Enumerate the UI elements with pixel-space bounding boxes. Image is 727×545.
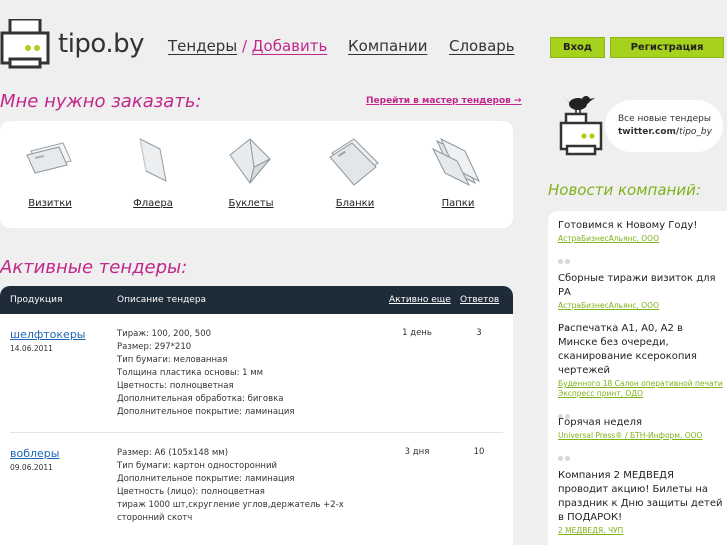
list-item: Распечатка А1, А0, А2 в Минске без очере… <box>558 322 723 419</box>
list-item: Готовимся к Новому Году! АстраБизнесАлья… <box>558 219 723 264</box>
login-button[interactable]: Вход <box>550 37 605 58</box>
tender-master-link[interactable]: Перейти в мастер тендеров → <box>366 96 522 106</box>
nav-companies-link[interactable]: Компании <box>348 37 427 55</box>
list-item: Горячая неделя Universal Press® / БТН-Ин… <box>558 416 723 461</box>
news-source-link[interactable]: АстраБизнесАльянс, ООО <box>558 301 723 311</box>
register-button[interactable]: Регистрация <box>610 37 724 58</box>
category-label[interactable]: Флаера <box>108 198 198 209</box>
news-title[interactable]: Компания 2 МЕДВЕДЯ проводит акцию! Билет… <box>558 469 723 525</box>
order-categories: Визитки Флаера Буклеты Бланки Папки <box>0 121 513 228</box>
tender-answers-count: 3 <box>476 328 482 338</box>
company-news-list: Готовимся к Новому Году! АстраБизнесАлья… <box>548 211 727 545</box>
twitter-url-domain: twitter.com/ <box>618 127 680 137</box>
order-heading: Мне нужно заказать: <box>0 91 202 112</box>
category-label[interactable]: Визитки <box>5 198 95 209</box>
news-heading: Новости компаний: <box>548 181 701 199</box>
nav-dictionary: Словарь <box>449 37 515 55</box>
tender-answers-count: 10 <box>473 447 485 457</box>
site-logo-text[interactable]: tipo.by <box>58 29 145 59</box>
news-dots <box>558 249 723 264</box>
letterhead-icon <box>329 138 379 186</box>
flyer-icon <box>139 138 167 182</box>
twitter-url-handle: tipo_by <box>679 127 712 137</box>
category-label[interactable]: Папки <box>413 198 503 209</box>
tender-active-days: 1 день <box>402 328 432 338</box>
tenders-table-body: шелфтокеры 14.06.2011 Тираж: 100, 200, 5… <box>0 314 513 545</box>
col-answers-sort[interactable]: Ответов <box>460 295 499 305</box>
news-source-link[interactable]: 2 МЕДВЕДЯ, ЧУП <box>558 526 723 536</box>
tenders-heading: Активные тендеры: <box>0 257 188 278</box>
tenders-table: Продукция Описание тендера Активно еще О… <box>0 286 513 545</box>
category-letterheads[interactable]: Бланки <box>310 121 400 228</box>
news-title[interactable]: Распечатка А1, А0, А2 в Минске без очере… <box>558 322 723 378</box>
news-dots <box>558 446 723 461</box>
business-cards-icon <box>26 142 72 174</box>
tender-date: 14.06.2011 <box>10 344 53 353</box>
twitter-link[interactable]: Все новые тендеры twitter.com/tipo_by <box>618 113 712 139</box>
tender-description: Размер: А6 (105х148 мм) Тип бумаги: карт… <box>117 448 344 523</box>
row-divider <box>10 432 503 433</box>
category-label[interactable]: Бланки <box>310 198 400 209</box>
nav-companies: Компании <box>348 37 427 55</box>
tender-product-link[interactable]: шелфтокеры <box>10 328 86 341</box>
tender-date: 09.06.2011 <box>10 463 53 472</box>
table-row: шелфтокеры 14.06.2011 Тираж: 100, 200, 5… <box>0 328 513 433</box>
nav-tenders-group: Тендеры / Добавить <box>168 37 327 55</box>
list-item: Компания 2 МЕДВЕДЯ проводит акцию! Билет… <box>558 469 723 536</box>
list-item: Сборные тиражи визиток для РА АстраБизне… <box>558 272 723 331</box>
category-folders[interactable]: Папки <box>413 121 503 228</box>
tender-description: Тираж: 100, 200, 500 Размер: 297*210 Тип… <box>117 329 295 417</box>
nav-tenders-link[interactable]: Тендеры <box>168 37 237 55</box>
table-row: воблеры 09.06.2011 Размер: А6 (105х148 м… <box>0 447 513 542</box>
col-product: Продукция <box>10 295 63 305</box>
category-business-cards[interactable]: Визитки <box>5 121 95 228</box>
news-source-link[interactable]: АстраБизнесАльянс, ООО <box>558 234 723 244</box>
news-source-link[interactable]: Буденного 18 Салон оперативной печати Эк… <box>558 379 723 399</box>
nav-add-tender-link[interactable]: Добавить <box>252 37 328 55</box>
tender-product-link[interactable]: воблеры <box>10 447 59 460</box>
category-booklets[interactable]: Буклеты <box>206 121 296 228</box>
news-title[interactable]: Сборные тиражи визиток для РА <box>558 272 723 300</box>
nav-dictionary-link[interactable]: Словарь <box>449 37 515 55</box>
category-flyers[interactable]: Флаера <box>108 121 198 228</box>
category-label[interactable]: Буклеты <box>206 198 296 209</box>
col-active-sort[interactable]: Активно еще <box>389 295 451 305</box>
tender-active-days: 3 дня <box>404 447 430 457</box>
folder-icon <box>431 137 481 187</box>
news-title[interactable]: Горячая неделя <box>558 416 723 430</box>
twitter-caption: Все новые тендеры <box>618 114 711 124</box>
nav-slash: / <box>241 37 248 55</box>
news-source-link[interactable]: Universal Press® / БТН-Информ, ООО <box>558 431 723 441</box>
col-description: Описание тендера <box>117 295 207 305</box>
tenders-table-header: Продукция Описание тендера Активно еще О… <box>0 286 513 314</box>
booklet-icon <box>229 138 271 184</box>
news-dots <box>558 404 723 419</box>
news-title[interactable]: Готовимся к Новому Году! <box>558 219 723 233</box>
